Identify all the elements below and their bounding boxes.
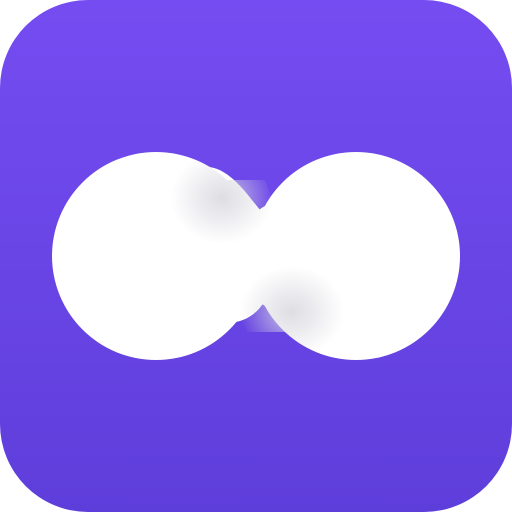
app-icon-graphic: [0, 0, 512, 512]
app-icon: [0, 0, 512, 512]
infinity-icon: [52, 152, 460, 360]
